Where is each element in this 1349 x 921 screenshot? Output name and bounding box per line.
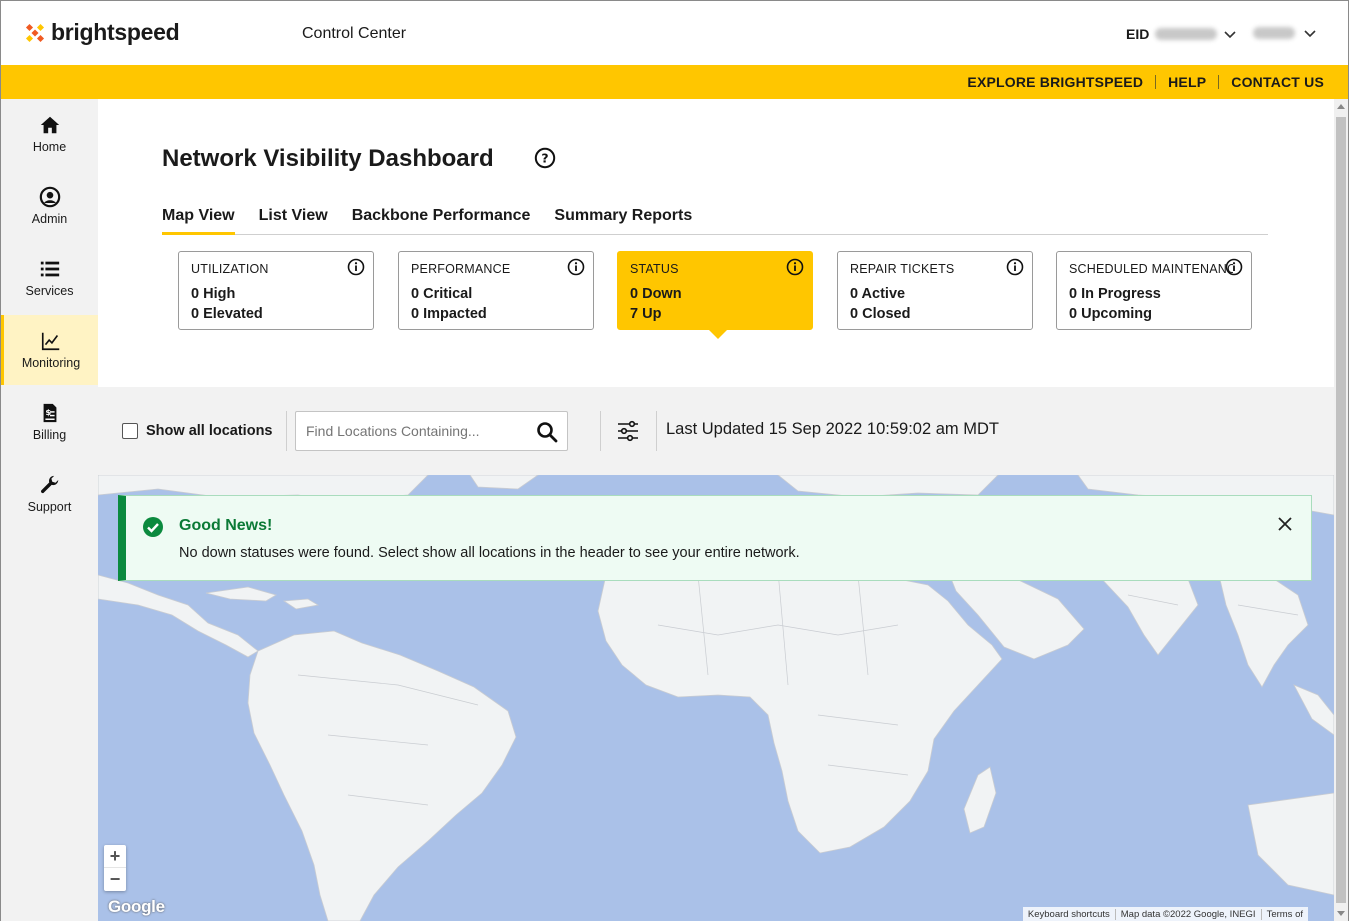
utility-links: EXPLORE BRIGHTSPEED HELP CONTACT US bbox=[955, 75, 1324, 89]
home-icon bbox=[40, 116, 59, 134]
performance-card[interactable]: PERFORMANCE 0 Critical 0 Impacted bbox=[398, 251, 594, 330]
card-value: 0 Active bbox=[850, 286, 906, 302]
svg-text:?: ? bbox=[541, 151, 548, 166]
card-value: 0 Upcoming bbox=[1069, 306, 1152, 322]
help-icon[interactable]: ? bbox=[534, 147, 556, 169]
tab-summary-reports[interactable]: Summary Reports bbox=[554, 207, 692, 235]
explore-brightspeed-link[interactable]: EXPLORE BRIGHTSPEED bbox=[955, 75, 1157, 89]
eid-selector[interactable]: EID bbox=[1126, 26, 1237, 42]
scroll-down-arrow[interactable] bbox=[1337, 911, 1345, 916]
card-title: PERFORMANCE bbox=[411, 262, 511, 276]
google-logo[interactable]: Google bbox=[108, 897, 165, 917]
sidebar-item-home[interactable]: Home bbox=[1, 99, 98, 169]
brightspeed-logo-icon bbox=[25, 23, 45, 42]
eid-value-redacted bbox=[1155, 28, 1218, 40]
divider bbox=[600, 411, 601, 451]
card-title: STATUS bbox=[630, 262, 679, 276]
user-circle-icon bbox=[39, 186, 60, 208]
alert-message: No down statuses were found. Select show… bbox=[179, 545, 800, 561]
user-menu[interactable] bbox=[1253, 26, 1317, 40]
search-icon[interactable] bbox=[535, 420, 559, 444]
sidebar-item-label: Billing bbox=[32, 428, 67, 442]
tab-list-view[interactable]: List View bbox=[259, 207, 328, 235]
sidebar-item-label: Support bbox=[27, 500, 72, 514]
card-value: 0 Elevated bbox=[191, 306, 263, 322]
info-icon[interactable] bbox=[567, 258, 585, 276]
page-scrollbar[interactable] bbox=[1334, 99, 1348, 921]
last-updated-timestamp: Last Updated 15 Sep 2022 10:59:02 am MDT bbox=[666, 420, 999, 438]
sidebar-item-label: Services bbox=[25, 284, 74, 298]
info-icon[interactable] bbox=[347, 258, 365, 276]
card-value: 0 Critical bbox=[411, 286, 473, 302]
zoom-in-button[interactable]: + bbox=[104, 845, 126, 868]
tab-map-view[interactable]: Map View bbox=[162, 207, 235, 235]
check-circle-icon bbox=[143, 517, 163, 537]
card-value: 0 Down bbox=[630, 286, 682, 302]
tab-backbone-performance[interactable]: Backbone Performance bbox=[352, 207, 531, 235]
show-all-locations-checkbox[interactable] bbox=[122, 423, 138, 439]
close-icon[interactable] bbox=[1277, 516, 1293, 532]
good-news-alert: Good News! No down statuses were found. … bbox=[118, 495, 1312, 581]
show-all-locations-label[interactable]: Show all locations bbox=[146, 423, 273, 439]
scheduled-maintenance-card[interactable]: SCHEDULED MAINTENANCE 0 In Progress 0 Up… bbox=[1056, 251, 1252, 330]
sidebar-item-label: Admin bbox=[31, 212, 68, 226]
sidebar-item-services[interactable]: Services bbox=[1, 243, 98, 313]
brand-logo[interactable]: brightspeed bbox=[25, 19, 180, 46]
sidebar-item-label: Monitoring bbox=[21, 356, 81, 370]
chevron-down-icon bbox=[1304, 30, 1316, 38]
page-title: Network Visibility Dashboard bbox=[162, 145, 494, 172]
contact-us-link[interactable]: CONTACT US bbox=[1219, 75, 1324, 89]
sidebar-item-support[interactable]: Support bbox=[1, 459, 98, 529]
repair-tickets-card[interactable]: REPAIR TICKETS 0 Active 0 Closed bbox=[837, 251, 1033, 330]
network-map[interactable]: Good News! No down statuses were found. … bbox=[98, 475, 1334, 921]
card-title: REPAIR TICKETS bbox=[850, 262, 955, 276]
brand-name: brightspeed bbox=[51, 19, 180, 45]
card-value: 0 Closed bbox=[850, 306, 911, 322]
zoom-out-button[interactable]: − bbox=[104, 868, 126, 891]
view-tabs: Map View List View Backbone Performance … bbox=[162, 207, 1268, 235]
invoice-icon: $ bbox=[43, 403, 56, 423]
location-search-input[interactable] bbox=[306, 423, 526, 439]
sidebar-item-label: Home bbox=[32, 140, 67, 154]
chart-line-icon bbox=[41, 332, 60, 351]
keyboard-shortcuts-link[interactable]: Keyboard shortcuts bbox=[1023, 908, 1116, 920]
map-zoom-controls: + − bbox=[104, 845, 126, 891]
username-redacted bbox=[1253, 27, 1295, 39]
chevron-down-icon bbox=[1224, 31, 1236, 39]
utility-bar: EXPLORE BRIGHTSPEED HELP CONTACT US bbox=[1, 65, 1348, 99]
location-search[interactable] bbox=[295, 411, 568, 451]
info-icon[interactable] bbox=[786, 258, 804, 276]
terms-link[interactable]: Terms of bbox=[1262, 909, 1308, 920]
alert-title: Good News! bbox=[179, 517, 273, 534]
eid-label: EID bbox=[1126, 26, 1150, 42]
dashboard-header: Network Visibility Dashboard ? Map View … bbox=[98, 99, 1334, 387]
help-link[interactable]: HELP bbox=[1156, 75, 1220, 89]
sidebar-item-admin[interactable]: Admin bbox=[1, 171, 98, 241]
filter-settings-icon[interactable] bbox=[616, 419, 640, 443]
card-title: UTILIZATION bbox=[191, 262, 269, 276]
list-icon bbox=[40, 261, 59, 277]
divider bbox=[656, 411, 657, 451]
map-data-credit: Map data ©2022 Google, INEGI bbox=[1116, 908, 1262, 920]
sidebar-item-monitoring[interactable]: Monitoring bbox=[1, 315, 98, 385]
sidebar-item-billing[interactable]: $ Billing bbox=[1, 387, 98, 457]
card-value: 0 High bbox=[191, 286, 236, 302]
map-filter-bar: Show all locations Last Updated 15 Sep 2… bbox=[98, 387, 1334, 475]
scrollbar-thumb[interactable] bbox=[1336, 117, 1346, 903]
map-attribution: Keyboard shortcuts Map data ©2022 Google… bbox=[1022, 907, 1308, 921]
card-value: 0 In Progress bbox=[1069, 286, 1161, 302]
sidebar: Home Admin Services Monitoring $ Billing… bbox=[1, 99, 98, 921]
info-icon[interactable] bbox=[1006, 258, 1024, 276]
utilization-card[interactable]: UTILIZATION 0 High 0 Elevated bbox=[178, 251, 374, 330]
scroll-up-arrow[interactable] bbox=[1337, 104, 1345, 109]
status-card[interactable]: STATUS 0 Down 7 Up bbox=[617, 251, 813, 339]
card-title: SCHEDULED MAINTENANCE bbox=[1069, 262, 1233, 276]
info-icon[interactable] bbox=[1225, 258, 1243, 276]
divider bbox=[286, 411, 287, 451]
wrench-icon bbox=[40, 475, 58, 494]
app-title: Control Center bbox=[302, 25, 407, 42]
card-value: 0 Impacted bbox=[411, 306, 487, 322]
top-header: brightspeed Control Center EID bbox=[1, 1, 1348, 65]
card-value: 7 Up bbox=[630, 306, 662, 322]
